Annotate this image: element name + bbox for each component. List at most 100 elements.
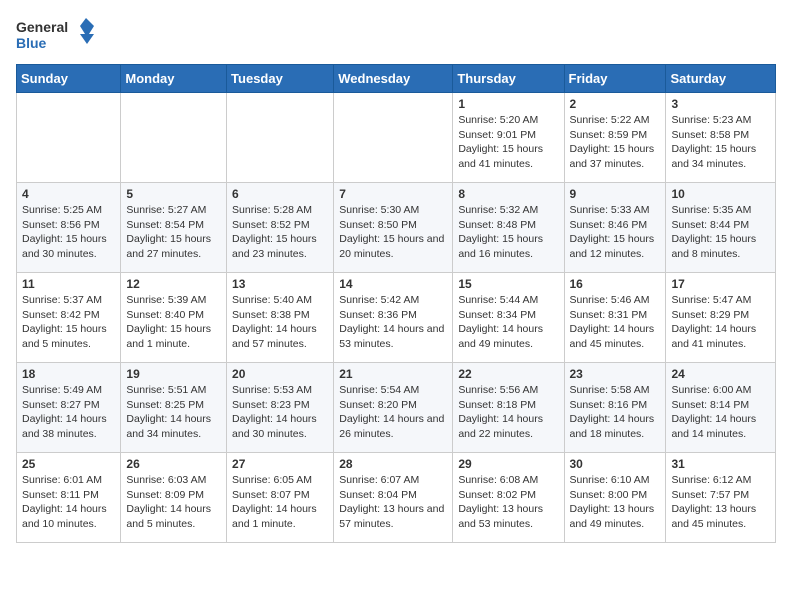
- day-info: Sunrise: 6:10 AM Sunset: 8:00 PM Dayligh…: [570, 473, 661, 532]
- day-number: 23: [570, 367, 661, 381]
- day-cell: [121, 93, 227, 183]
- day-info: Sunrise: 5:27 AM Sunset: 8:54 PM Dayligh…: [126, 203, 221, 262]
- day-header-monday: Monday: [121, 65, 227, 93]
- svg-text:General: General: [16, 19, 68, 35]
- day-cell: [227, 93, 334, 183]
- day-cell: 8Sunrise: 5:32 AM Sunset: 8:48 PM Daylig…: [453, 183, 564, 273]
- week-row-2: 4 Sunrise: 5:25 AM Sunset: 8:56 PM Daylig…: [17, 183, 776, 273]
- day-info: Sunrise: 6:05 AM Sunset: 8:07 PM Dayligh…: [232, 473, 328, 532]
- day-number: 12: [126, 277, 221, 291]
- day-info: Sunrise: 5:30 AM Sunset: 8:50 PM Dayligh…: [339, 203, 447, 262]
- day-info: Sunrise: 5:54 AM Sunset: 8:20 PM Dayligh…: [339, 383, 447, 442]
- day-number: 22: [458, 367, 558, 381]
- day-number: 8: [458, 187, 558, 201]
- day-cell: 12 Sunrise: 5:39 AM Sunset: 8:40 PM Dayli…: [121, 273, 227, 363]
- svg-text:Blue: Blue: [16, 35, 47, 51]
- day-info: Sunrise: 5:22 AM Sunset: 8:59 PM Dayligh…: [570, 113, 661, 172]
- day-number: 6: [232, 187, 328, 201]
- day-number: 30: [570, 457, 661, 471]
- day-info: Sunrise: 5:49 AM Sunset: 8:27 PM Dayligh…: [22, 383, 115, 442]
- day-number: 29: [458, 457, 558, 471]
- day-cell: 1 Sunrise: 5:20 AM Sunset: 9:01 PM Daylig…: [453, 93, 564, 183]
- day-info: Sunrise: 5:35 AM Sunset: 8:44 PM Dayligh…: [671, 203, 770, 262]
- day-cell: 27 Sunrise: 6:05 AM Sunset: 8:07 PM Dayli…: [227, 453, 334, 543]
- day-info: Sunrise: 5:58 AM Sunset: 8:16 PM Dayligh…: [570, 383, 661, 442]
- day-number: 7: [339, 187, 447, 201]
- day-cell: 10 Sunrise: 5:35 AM Sunset: 8:44 PM Dayli…: [666, 183, 776, 273]
- day-cell: 19 Sunrise: 5:51 AM Sunset: 8:25 PM Dayli…: [121, 363, 227, 453]
- day-number: 26: [126, 457, 221, 471]
- day-info: Sunrise: 6:01 AM Sunset: 8:11 PM Dayligh…: [22, 473, 115, 532]
- day-cell: 13 Sunrise: 5:40 AM Sunset: 8:38 PM Dayli…: [227, 273, 334, 363]
- day-cell: 14 Sunrise: 5:42 AM Sunset: 8:36 PM Dayli…: [334, 273, 453, 363]
- day-cell: 31Sunrise: 6:12 AM Sunset: 7:57 PM Dayli…: [666, 453, 776, 543]
- logo-svg: GeneralBlue: [16, 16, 96, 56]
- day-number: 31: [671, 457, 770, 471]
- day-cell: 4 Sunrise: 5:25 AM Sunset: 8:56 PM Daylig…: [17, 183, 121, 273]
- day-info: Sunrise: 5:23 AM Sunset: 8:58 PM Dayligh…: [671, 113, 770, 172]
- day-cell: 11 Sunrise: 5:37 AM Sunset: 8:42 PM Dayli…: [17, 273, 121, 363]
- day-number: 28: [339, 457, 447, 471]
- week-row-3: 11 Sunrise: 5:37 AM Sunset: 8:42 PM Dayli…: [17, 273, 776, 363]
- day-info: Sunrise: 6:03 AM Sunset: 8:09 PM Dayligh…: [126, 473, 221, 532]
- day-info: Sunrise: 5:33 AM Sunset: 8:46 PM Dayligh…: [570, 203, 661, 262]
- day-info: Sunrise: 5:44 AM Sunset: 8:34 PM Dayligh…: [458, 293, 558, 352]
- day-number: 18: [22, 367, 115, 381]
- day-cell: 20Sunrise: 5:53 AM Sunset: 8:23 PM Dayli…: [227, 363, 334, 453]
- day-info: Sunrise: 5:25 AM Sunset: 8:56 PM Dayligh…: [22, 203, 115, 262]
- day-cell: 6 Sunrise: 5:28 AM Sunset: 8:52 PM Daylig…: [227, 183, 334, 273]
- day-cell: 15Sunrise: 5:44 AM Sunset: 8:34 PM Dayli…: [453, 273, 564, 363]
- logo: GeneralBlue: [16, 16, 96, 56]
- day-number: 5: [126, 187, 221, 201]
- day-header-friday: Friday: [564, 65, 666, 93]
- day-info: Sunrise: 5:37 AM Sunset: 8:42 PM Dayligh…: [22, 293, 115, 352]
- day-number: 17: [671, 277, 770, 291]
- calendar-body: 1 Sunrise: 5:20 AM Sunset: 9:01 PM Daylig…: [17, 93, 776, 543]
- day-cell: 21Sunrise: 5:54 AM Sunset: 8:20 PM Dayli…: [334, 363, 453, 453]
- day-number: 13: [232, 277, 328, 291]
- day-info: Sunrise: 5:51 AM Sunset: 8:25 PM Dayligh…: [126, 383, 221, 442]
- day-number: 20: [232, 367, 328, 381]
- day-info: Sunrise: 5:46 AM Sunset: 8:31 PM Dayligh…: [570, 293, 661, 352]
- day-cell: 28 Sunrise: 6:07 AM Sunset: 8:04 PM Dayli…: [334, 453, 453, 543]
- day-cell: 18 Sunrise: 5:49 AM Sunset: 8:27 PM Dayli…: [17, 363, 121, 453]
- day-info: Sunrise: 6:07 AM Sunset: 8:04 PM Dayligh…: [339, 473, 447, 532]
- day-info: Sunrise: 5:28 AM Sunset: 8:52 PM Dayligh…: [232, 203, 328, 262]
- day-header-wednesday: Wednesday: [334, 65, 453, 93]
- page-header: GeneralBlue: [16, 16, 776, 56]
- week-row-1: 1 Sunrise: 5:20 AM Sunset: 9:01 PM Daylig…: [17, 93, 776, 183]
- day-number: 10: [671, 187, 770, 201]
- day-cell: [334, 93, 453, 183]
- day-number: 24: [671, 367, 770, 381]
- day-number: 1: [458, 97, 558, 111]
- day-info: Sunrise: 5:42 AM Sunset: 8:36 PM Dayligh…: [339, 293, 447, 352]
- day-number: 4: [22, 187, 115, 201]
- day-cell: 24 Sunrise: 6:00 AM Sunset: 8:14 PM Dayli…: [666, 363, 776, 453]
- day-header-thursday: Thursday: [453, 65, 564, 93]
- day-number: 2: [570, 97, 661, 111]
- day-cell: 22Sunrise: 5:56 AM Sunset: 8:18 PM Dayli…: [453, 363, 564, 453]
- header-row: SundayMondayTuesdayWednesdayThursdayFrid…: [17, 65, 776, 93]
- day-cell: 30 Sunrise: 6:10 AM Sunset: 8:00 PM Dayli…: [564, 453, 666, 543]
- day-cell: 29Sunrise: 6:08 AM Sunset: 8:02 PM Dayli…: [453, 453, 564, 543]
- day-cell: 7 Sunrise: 5:30 AM Sunset: 8:50 PM Daylig…: [334, 183, 453, 273]
- day-info: Sunrise: 5:20 AM Sunset: 9:01 PM Dayligh…: [458, 113, 558, 172]
- day-cell: [17, 93, 121, 183]
- day-number: 25: [22, 457, 115, 471]
- day-number: 11: [22, 277, 115, 291]
- day-cell: 9Sunrise: 5:33 AM Sunset: 8:46 PM Daylig…: [564, 183, 666, 273]
- day-cell: 25 Sunrise: 6:01 AM Sunset: 8:11 PM Dayli…: [17, 453, 121, 543]
- week-row-5: 25 Sunrise: 6:01 AM Sunset: 8:11 PM Dayli…: [17, 453, 776, 543]
- day-number: 27: [232, 457, 328, 471]
- week-row-4: 18 Sunrise: 5:49 AM Sunset: 8:27 PM Dayli…: [17, 363, 776, 453]
- day-cell: 16Sunrise: 5:46 AM Sunset: 8:31 PM Dayli…: [564, 273, 666, 363]
- day-header-sunday: Sunday: [17, 65, 121, 93]
- day-info: Sunrise: 6:00 AM Sunset: 8:14 PM Dayligh…: [671, 383, 770, 442]
- day-cell: 23 Sunrise: 5:58 AM Sunset: 8:16 PM Dayli…: [564, 363, 666, 453]
- day-info: Sunrise: 5:40 AM Sunset: 8:38 PM Dayligh…: [232, 293, 328, 352]
- day-info: Sunrise: 5:39 AM Sunset: 8:40 PM Dayligh…: [126, 293, 221, 352]
- day-number: 19: [126, 367, 221, 381]
- day-header-saturday: Saturday: [666, 65, 776, 93]
- calendar-header: SundayMondayTuesdayWednesdayThursdayFrid…: [17, 65, 776, 93]
- day-number: 14: [339, 277, 447, 291]
